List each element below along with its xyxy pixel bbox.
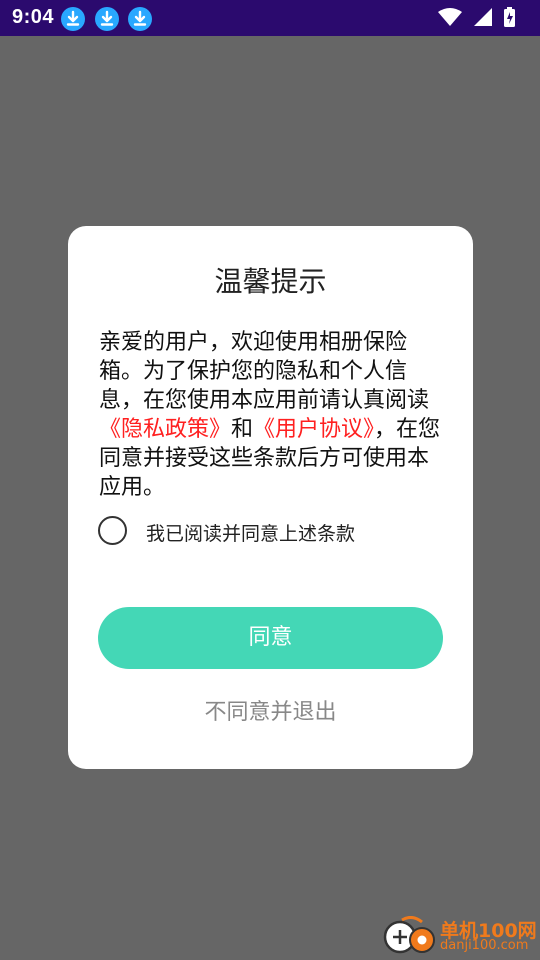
consent-label[interactable]: 我已阅读并同意上述条款: [146, 519, 355, 546]
watermark-url: danji100.com: [440, 938, 529, 953]
decline-exit-button[interactable]: 不同意并退出: [68, 694, 473, 726]
cellular-signal-icon: [474, 8, 492, 26]
dialog-title: 温馨提示: [214, 265, 327, 298]
message-text: 亲爱的用户，欢迎使用相册保险箱。为了保护您的隐私和个人信息，在您使用本应用前请认…: [99, 330, 430, 413]
status-time: 9:04: [12, 6, 55, 28]
status-bar: 9:04: [0, 0, 540, 36]
system-icons: [420, 0, 540, 36]
download-notification-icon: [61, 7, 85, 31]
consent-radio[interactable]: [98, 516, 127, 545]
watermark: 单机100网 danji100.com: [382, 916, 537, 956]
download-notification-icon: [128, 7, 152, 31]
consent-checkbox-row[interactable]: 我已阅读并同意上述条款: [98, 516, 428, 550]
battery-icon: [504, 7, 515, 27]
watermark-logo-icon: [383, 916, 435, 954]
download-notification-icon: [95, 7, 119, 31]
privacy-policy-link[interactable]: 《隐私政策》: [99, 417, 231, 442]
agree-button[interactable]: 同意: [98, 607, 443, 669]
wifi-icon: [438, 8, 462, 26]
user-agreement-link[interactable]: 《用户协议》: [253, 417, 374, 442]
message-text: 和: [231, 417, 254, 442]
privacy-dialog: 温馨提示 亲爱的用户，欢迎使用相册保险箱。为了保护您的隐私和个人信息，在您使用本…: [68, 226, 473, 769]
dialog-message: 亲爱的用户，欢迎使用相册保险箱。为了保护您的隐私和个人信息，在您使用本应用前请认…: [99, 328, 449, 502]
